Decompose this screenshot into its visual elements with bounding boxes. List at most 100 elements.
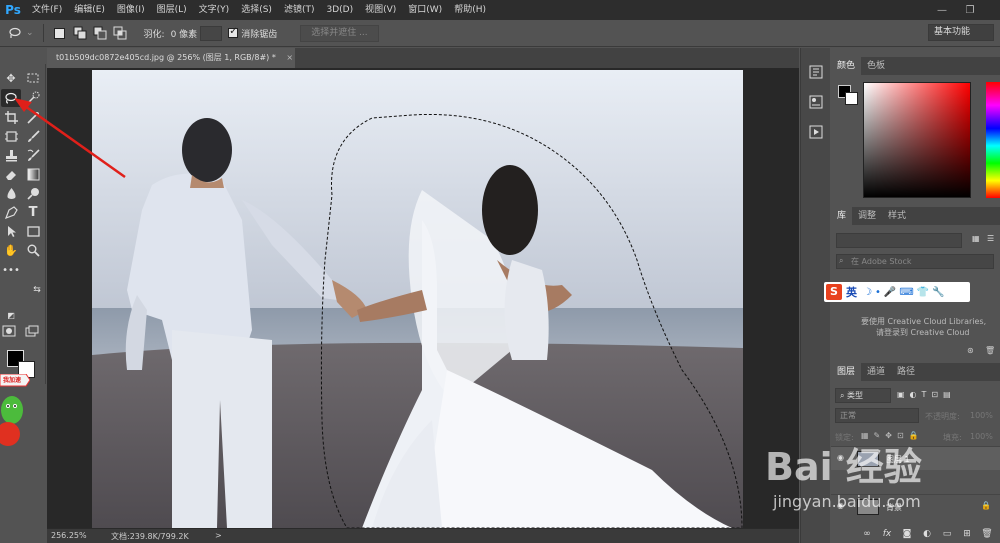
- feather-input[interactable]: 0 像素: [171, 27, 198, 40]
- layer-row-background[interactable]: ◉ 背景 🔒: [831, 494, 1000, 518]
- pen-tool-icon[interactable]: [3, 204, 19, 220]
- visibility-eye-icon[interactable]: ◉: [837, 453, 844, 462]
- intersect-selection-icon[interactable]: [112, 25, 128, 41]
- status-bar: 256.25% 文档:239.8K/799.2K >: [47, 528, 799, 543]
- opacity-value[interactable]: 100%: [970, 411, 993, 420]
- link-layers-icon[interactable]: ∞: [860, 528, 874, 540]
- document-size: 文档:239.8K/799.2K: [111, 532, 189, 541]
- lock-icons[interactable]: ▦✎✥⊡🔒: [861, 431, 924, 440]
- layer-name[interactable]: 背景: [886, 502, 902, 513]
- library-search-input[interactable]: 在 Adobe Stock: [836, 254, 994, 269]
- annotation-arrow-icon: [14, 98, 126, 179]
- layer-filter-select[interactable]: ⌕ 类型: [835, 388, 891, 403]
- antialias-label: 消除锯齿: [241, 29, 278, 40]
- select-and-mask-button[interactable]: 选择并遮住 ...: [300, 24, 379, 42]
- default-colors-icon[interactable]: ◩: [3, 307, 19, 323]
- type-tool-icon[interactable]: T: [25, 204, 41, 220]
- swap-colors-icon[interactable]: ⇆: [29, 282, 45, 298]
- antialias-checkbox[interactable]: [228, 26, 239, 38]
- panel-background-swatch[interactable]: [845, 92, 858, 105]
- subtract-selection-icon[interactable]: [92, 25, 108, 41]
- layers-panel-tabs: 图层 通道 路径: [831, 363, 1000, 381]
- tab-paths[interactable]: 路径: [891, 363, 921, 381]
- menu-type[interactable]: 文字(Y): [193, 0, 236, 20]
- feather-field[interactable]: [200, 25, 223, 41]
- document-tab[interactable]: t01b509dc0872e405cd.jpg @ 256% (图层 1, RG…: [47, 48, 295, 68]
- fill-value[interactable]: 100%: [970, 432, 993, 441]
- menu-select[interactable]: 选择(S): [235, 0, 278, 20]
- more-tools-icon[interactable]: •••: [2, 262, 20, 278]
- search-icon: ⌕: [839, 256, 844, 265]
- tab-layers[interactable]: 图层: [831, 363, 862, 381]
- menu-3d[interactable]: 3D(D): [320, 0, 359, 20]
- minimize-button[interactable]: —: [928, 0, 956, 20]
- quick-mask-icon[interactable]: [1, 323, 17, 339]
- visibility-eye-icon[interactable]: ◉: [837, 501, 844, 510]
- status-menu-arrow[interactable]: >: [215, 531, 222, 540]
- add-selection-icon[interactable]: [72, 25, 88, 41]
- grid-view-icon[interactable]: ▦: [972, 234, 980, 243]
- properties-panel-icon[interactable]: [808, 94, 824, 110]
- restore-button[interactable]: ❐: [956, 0, 984, 20]
- path-select-tool-icon[interactable]: [3, 223, 19, 239]
- color-panel-tabs: 颜色 色板: [831, 57, 1000, 75]
- layer-row-layer1[interactable]: ◉ 图层 1: [831, 446, 1000, 470]
- cc-icon[interactable]: ⊛: [967, 346, 974, 355]
- layer-filter-label: 类型: [847, 391, 864, 400]
- library-select[interactable]: [836, 233, 962, 248]
- layer-filter-icons[interactable]: ▣◐T⊡▤: [897, 390, 956, 399]
- layer-style-icon[interactable]: fx: [880, 528, 894, 540]
- tab-channels[interactable]: 通道: [861, 363, 891, 381]
- opacity-label: 不透明度:: [925, 412, 960, 421]
- ime-tool-icons[interactable]: ☽•🎤⌨👕🔧: [863, 287, 948, 298]
- tab-adjustments[interactable]: 调整: [852, 207, 882, 225]
- options-bar: ⌄ 羽化: 0 像素 消除锯齿 选择并遮住 ...: [0, 20, 1000, 47]
- ime-toolbar[interactable]: S 英 ☽•🎤⌨👕🔧: [824, 282, 970, 302]
- delete-layer-icon[interactable]: 🗑: [980, 528, 994, 540]
- menu-edit[interactable]: 编辑(E): [68, 0, 111, 20]
- new-group-icon[interactable]: ▭: [940, 528, 954, 540]
- lasso-preset-icon[interactable]: [8, 25, 24, 41]
- zoom-tool-icon[interactable]: [25, 242, 41, 258]
- menu-file[interactable]: 文件(F): [26, 0, 68, 20]
- new-layer-icon[interactable]: ⊞: [960, 528, 974, 540]
- layer-name[interactable]: 图层 1: [886, 454, 910, 465]
- new-selection-icon[interactable]: [52, 25, 68, 41]
- blend-mode-select[interactable]: 正常: [835, 408, 919, 423]
- ime-language-label[interactable]: 英: [846, 284, 857, 300]
- actions-panel-icon[interactable]: [808, 124, 824, 140]
- zoom-level[interactable]: 256.25%: [51, 531, 87, 540]
- menu-view[interactable]: 视图(V): [359, 0, 402, 20]
- rectangle-tool-icon[interactable]: [25, 223, 41, 239]
- menu-window[interactable]: 窗口(W): [402, 0, 448, 20]
- chevron-down-icon[interactable]: ⌄: [26, 28, 34, 38]
- hand-tool-icon[interactable]: ✋: [3, 242, 19, 258]
- library-panel-tabs: 库 调整 样式: [831, 207, 1000, 225]
- menu-help[interactable]: 帮助(H): [448, 0, 492, 20]
- acceleration-sticker[interactable]: 我加速: [0, 373, 31, 448]
- color-picker-field[interactable]: [863, 82, 971, 198]
- history-panel-icon[interactable]: [808, 64, 824, 80]
- menu-image[interactable]: 图像(I): [111, 0, 151, 20]
- add-mask-icon[interactable]: ◙: [900, 528, 914, 540]
- hue-slider[interactable]: [986, 82, 1000, 198]
- menu-filter[interactable]: 滤镜(T): [278, 0, 321, 20]
- workspace-select[interactable]: 基本功能: [928, 24, 994, 41]
- tab-libraries[interactable]: 库: [831, 207, 853, 225]
- document-canvas-photo[interactable]: [92, 70, 743, 528]
- screen-mode-icon[interactable]: [24, 323, 40, 339]
- tab-styles[interactable]: 样式: [882, 207, 912, 225]
- tab-color[interactable]: 颜色: [831, 57, 862, 75]
- document-tab-title: t01b509dc0872e405cd.jpg @ 256% (图层 1, RG…: [56, 53, 276, 62]
- library-trash-icon[interactable]: 🗑: [985, 346, 995, 355]
- list-view-icon[interactable]: ☰: [987, 234, 994, 243]
- adjustment-layer-icon[interactable]: ◐: [920, 528, 934, 540]
- app-logo: Ps: [5, 3, 21, 17]
- menu-layer[interactable]: 图层(L): [151, 0, 193, 20]
- close-tab-icon[interactable]: ×: [286, 53, 293, 62]
- library-notice-line1: 要使用 Creative Cloud Libraries,: [861, 317, 987, 326]
- menu-bar: Ps 文件(F) 编辑(E) 图像(I) 图层(L) 文字(Y) 选择(S) 滤…: [0, 0, 1000, 20]
- lock-icon: 🔒: [981, 501, 991, 510]
- tab-swatches[interactable]: 色板: [861, 57, 891, 75]
- sogou-logo-icon: S: [826, 284, 842, 300]
